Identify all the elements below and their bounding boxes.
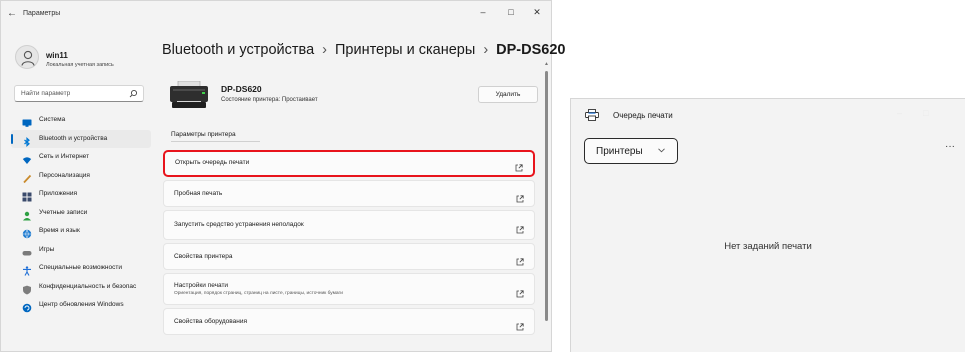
person-icon	[21, 50, 35, 66]
brush-icon	[22, 171, 32, 183]
sidebar-item-9[interactable]: Специальные возможности	[11, 259, 151, 278]
sidebar-item-label: Приложения	[39, 190, 78, 197]
row-label: Настройки печати	[174, 282, 229, 289]
sidebar-nav: Система Bluetooth и устройства Сеть и Инте…	[11, 111, 151, 315]
user-name: win11	[46, 51, 68, 60]
gamepad-icon	[22, 245, 32, 255]
row-label: Свойства принтера	[174, 252, 233, 260]
sidebar-item-11[interactable]: Центр обновления Windows	[11, 296, 151, 315]
settings-row[interactable]: Свойства принтера	[163, 243, 535, 270]
row-subtitle: Ориентация, порядок страниц, страниц на …	[174, 291, 343, 296]
printer-name: DP-DS620	[221, 84, 262, 94]
monitor-icon	[22, 115, 32, 127]
scrollbar[interactable]	[545, 71, 548, 321]
printers-dropdown[interactable]: Принтеры	[584, 138, 678, 164]
account-type: Локальная учетная запись	[46, 62, 114, 68]
scroll-up-arrow-icon[interactable]: ▲	[544, 61, 549, 67]
sidebar-item-2[interactable]: Bluetooth и устройства	[11, 129, 151, 148]
sidebar-item-label: Центр обновления Windows	[39, 301, 124, 308]
active-indicator	[11, 133, 13, 144]
settings-row[interactable]: Открыть очередь печати	[163, 150, 535, 177]
window-title: Очередь печати	[613, 111, 673, 120]
row-label: Свойства оборудования	[174, 317, 248, 325]
sidebar-item-label: Сеть и Интернет	[39, 153, 90, 160]
sidebar-item-label: Специальные возможности	[39, 264, 122, 271]
sidebar-item-label: Персонализация	[39, 171, 90, 179]
empty-message: Нет заданий печати	[724, 241, 812, 252]
printers-label: Принтеры	[596, 146, 643, 157]
breadcrumb-separator: ›	[322, 42, 327, 58]
shield-icon	[22, 282, 32, 294]
printer-icon	[585, 109, 599, 121]
breadcrumb-separator: ›	[483, 42, 489, 58]
person-icon	[22, 208, 32, 220]
back-arrow-icon[interactable]: ←	[7, 8, 17, 19]
open-external-icon	[516, 318, 524, 330]
chevron-down-icon	[658, 148, 665, 153]
search-input[interactable]: Найти параметр	[14, 85, 144, 102]
wifi-icon	[22, 152, 32, 164]
close-button[interactable]: ✕	[528, 7, 546, 18]
breadcrumb-current: DP-DS620	[496, 42, 566, 58]
sidebar-item-label: Время и язык	[39, 227, 80, 234]
row-label: Запустить средство устранения неполадок	[174, 221, 304, 228]
sidebar-item-7[interactable]: Время и язык	[11, 222, 151, 241]
search-placeholder: Найти параметр	[21, 90, 71, 97]
apps-icon	[22, 189, 32, 202]
printer-icon	[170, 81, 208, 108]
maximize-button[interactable]: □	[502, 7, 520, 17]
accessibility-icon	[22, 263, 32, 276]
settings-row[interactable]: Свойства оборудования	[163, 308, 535, 335]
settings-row[interactable]: Ориентация, порядок страниц, страниц на …	[163, 273, 535, 305]
sidebar-item-label: Игры	[39, 245, 55, 253]
window-title: Параметры	[23, 10, 61, 17]
breadcrumb-printers[interactable]: Принтеры и сканеры	[335, 42, 475, 58]
minimize-button[interactable]: –	[474, 7, 492, 17]
minimize-button[interactable]: –	[897, 108, 902, 118]
maximize-button[interactable]: □	[923, 108, 928, 118]
open-external-icon	[515, 159, 523, 172]
print-queue-window: Очередь печати – □ Принтеры ··· Нет зада…	[570, 98, 965, 352]
breadcrumb: Bluetooth и устройства › Принтеры и сканер…	[162, 42, 565, 58]
more-options-button[interactable]: ···	[945, 141, 955, 152]
sidebar-item-1[interactable]: Система	[11, 111, 151, 130]
sidebar-item-5[interactable]: Приложения	[11, 185, 151, 204]
bluetooth-icon	[22, 134, 32, 147]
printer-settings-heading: Параметры принтера	[171, 131, 236, 138]
sidebar-item-4[interactable]: Персонализация	[11, 167, 151, 186]
open-external-icon	[516, 285, 524, 298]
open-external-icon	[516, 253, 524, 265]
search-icon	[129, 89, 138, 98]
sidebar-item-label: Система	[39, 116, 66, 123]
sidebar-item-label: Конфиденциальность и безопас	[39, 282, 137, 290]
sidebar-item-3[interactable]: Сеть и Интернет	[11, 148, 151, 167]
update-icon	[22, 300, 32, 313]
open-external-icon	[516, 221, 524, 234]
sidebar-item-label: Bluetooth и устройства	[39, 134, 108, 142]
sidebar-item-6[interactable]: Учетные записи	[11, 204, 151, 223]
printer-status: Состояние принтера: Простаивает	[221, 97, 318, 103]
settings-window: ← Параметры – □ ✕ win11 Локальная учетна…	[0, 0, 565, 352]
delete-button[interactable]: Удалить	[478, 86, 538, 103]
title-bar: ← Параметры – □ ✕	[1, 1, 551, 29]
divider	[171, 141, 260, 142]
settings-row[interactable]: Запустить средство устранения неполадок	[163, 210, 535, 240]
sidebar-item-label: Учетные записи	[39, 208, 88, 216]
row-label: Открыть очередь печати	[175, 159, 250, 166]
open-external-icon	[516, 190, 524, 202]
sidebar-item-8[interactable]: Игры	[11, 241, 151, 260]
settings-row[interactable]: Пробная печать	[163, 180, 535, 207]
avatar[interactable]	[15, 45, 39, 69]
breadcrumb-bluetooth[interactable]: Bluetooth и устройства	[162, 42, 314, 58]
settings-rows: Открыть очередь печати Пробная печать Запу…	[163, 150, 535, 338]
globe-icon	[22, 226, 32, 239]
sidebar-item-10[interactable]: Конфиденциальность и безопас	[11, 278, 151, 297]
row-label: Пробная печать	[174, 189, 223, 197]
